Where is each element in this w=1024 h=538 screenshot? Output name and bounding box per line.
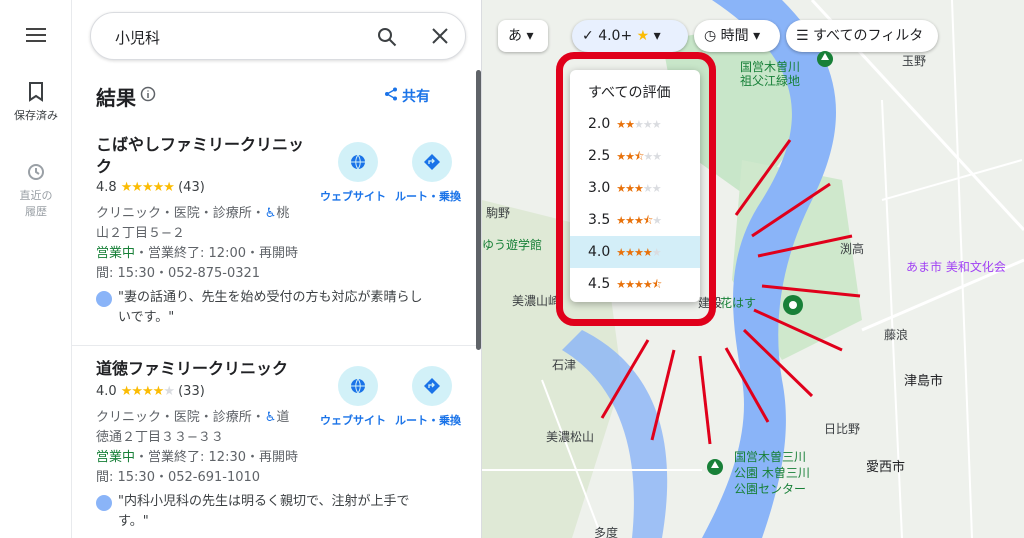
avatar <box>96 495 112 511</box>
hours: ・営業終了: 12:00・再開時 <box>135 246 298 261</box>
wheelchair-icon: ♿ <box>264 206 277 221</box>
recent-button[interactable]: 直近の履歴 <box>0 162 72 220</box>
rating-stars: ★★★★★ <box>120 180 175 195</box>
route-label[interactable]: ルート・乗換 <box>395 188 461 204</box>
rating-value: 4.8 <box>96 180 117 195</box>
category-line: クリニック・医院・診療所・♿道 <box>96 406 289 425</box>
menu-icon[interactable] <box>26 28 46 42</box>
history-icon <box>28 164 44 180</box>
search-input[interactable]: 小児科 <box>115 27 160 48</box>
rating-value: 4.0 <box>96 384 117 399</box>
review-count: (33) <box>178 384 205 399</box>
review-count: (43) <box>178 180 205 195</box>
left-rail: 保存済み 直近の履歴 <box>0 0 72 538</box>
place-name[interactable]: こばやしファミリークリニック <box>96 134 316 178</box>
category: クリニック・医院・診療所・ <box>96 206 265 221</box>
address: 山２丁目５−２ <box>96 226 185 241</box>
hours: ・営業終了: 12:30・再開時 <box>135 450 298 465</box>
hours-phone: 間: 15:30・052-691-1010 <box>96 470 261 485</box>
recent-label: 直近の履歴 <box>19 189 53 218</box>
website-button[interactable] <box>338 142 378 182</box>
address-part: 道 <box>276 410 290 425</box>
highlight-box <box>556 52 716 326</box>
directions-icon <box>424 378 440 394</box>
address: 徳通２丁目３３−３３ <box>96 430 224 445</box>
website-label[interactable]: ウェブサイト <box>320 412 386 428</box>
category: クリニック・医院・診療所・ <box>96 410 265 425</box>
address-part: 桃 <box>276 206 290 221</box>
wheelchair-icon: ♿ <box>264 410 277 425</box>
list-item[interactable]: こばやしファミリークリニック 4.8 ★★★★★ (43) クリニック・医院・診療… <box>72 130 476 345</box>
status-badge: 営業中 <box>96 450 136 465</box>
status-badge: 営業中 <box>96 246 136 261</box>
directions-button[interactable] <box>412 366 452 406</box>
globe-icon <box>351 378 365 394</box>
search-icon[interactable] <box>377 27 397 47</box>
review-text-2: いです。" <box>118 310 175 325</box>
review-text-1: "妻の話通り、先生を始め受付の方も対応が素晴らし <box>118 290 423 305</box>
review-text-1: "内科小児科の先生は明るく親切で、注射が上手で <box>118 494 410 509</box>
hours-phone: 間: 15:30・052-875-0321 <box>96 266 261 281</box>
review-text-2: す。" <box>118 514 149 529</box>
bookmark-icon <box>29 82 43 102</box>
website-label[interactable]: ウェブサイト <box>320 188 386 204</box>
review-snippet: "内科小児科の先生は明るく親切で、注射が上手で す。" <box>96 492 456 532</box>
share-icon <box>385 87 397 101</box>
share-label: 共有 <box>402 89 430 105</box>
list-item[interactable]: 道徳ファミリークリニック 4.0 ★★★★★ (33) クリニック・医院・診療所・… <box>72 345 476 538</box>
saved-label: 保存済み <box>14 109 58 122</box>
directions-icon <box>424 154 440 170</box>
globe-icon <box>351 154 365 170</box>
review-snippet: "妻の話通り、先生を始め受付の方も対応が素晴らし いです。" <box>96 288 456 328</box>
search-box[interactable]: 小児科 <box>90 12 466 60</box>
rating-stars: ★★★★★ <box>120 384 175 399</box>
rating-row: 4.8 ★★★★★ (43) <box>96 180 205 195</box>
share-button[interactable]: 共有 <box>385 86 430 106</box>
place-name[interactable]: 道徳ファミリークリニック <box>96 358 356 380</box>
info-icon[interactable] <box>140 86 156 102</box>
results-panel: 小児科 結果 共有 こばやしファミリークリニック 4.8 ★★★★★ (43) ク… <box>72 0 482 538</box>
category-line: クリニック・医院・診療所・♿桃 <box>96 202 289 221</box>
close-icon[interactable] <box>431 27 449 45</box>
route-label[interactable]: ルート・乗換 <box>395 412 461 428</box>
directions-button[interactable] <box>412 142 452 182</box>
avatar <box>96 291 112 307</box>
hours-line: 営業中・営業終了: 12:00・再開時 <box>96 242 298 261</box>
hours-line: 営業中・営業終了: 12:30・再開時 <box>96 446 298 465</box>
results-title: 結果 <box>96 86 136 110</box>
scrollbar[interactable] <box>476 70 481 350</box>
rating-row: 4.0 ★★★★★ (33) <box>96 384 205 399</box>
website-button[interactable] <box>338 366 378 406</box>
saved-button[interactable]: 保存済み <box>0 82 72 124</box>
